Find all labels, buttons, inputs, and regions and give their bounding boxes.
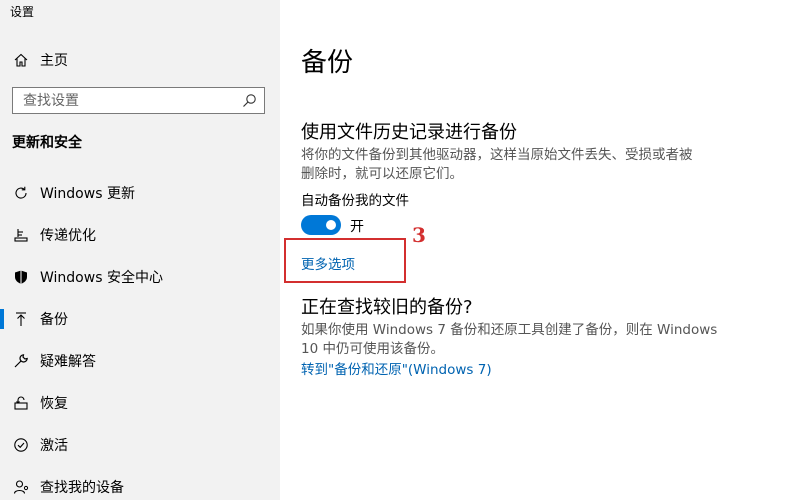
sidebar-item-find-my-device[interactable]: 查找我的设备 <box>0 466 280 500</box>
sidebar-item-backup[interactable]: 备份 <box>0 298 280 340</box>
recovery-icon <box>12 395 29 412</box>
refresh-icon <box>12 185 29 202</box>
sidebar-item-label: 激活 <box>40 438 68 454</box>
file-history-heading: 使用文件历史记录进行备份 <box>301 122 517 143</box>
backup-upload-icon <box>12 311 29 328</box>
older-backup-description: 如果你使用 Windows 7 备份和还原工具创建了备份，则在 Windows … <box>301 321 721 359</box>
home-label: 主页 <box>40 53 68 69</box>
sidebar-item-delivery-optimization[interactable]: 传递优化 <box>0 214 280 256</box>
sidebar-item-activation[interactable]: 激活 <box>0 424 280 466</box>
sidebar: 设置 主页 更新和安全 Windows 更新 传递优化 <box>0 0 280 500</box>
sidebar-item-windows-security[interactable]: Windows 安全中心 <box>0 256 280 298</box>
older-backup-description-line: 10 中仍可使用该备份。 <box>301 341 444 357</box>
shield-icon <box>12 269 29 286</box>
file-history-description: 将你的文件备份到其他驱动器，这样当原始文件丢失、受损或者被 删除时，就可以还原它… <box>301 146 721 184</box>
main-content: 备份 使用文件历史记录进行备份 将你的文件备份到其他驱动器，这样当原始文件丢失、… <box>280 0 790 500</box>
sidebar-nav: Windows 更新 传递优化 Windows 安全中心 备份 疑难解答 恢复 … <box>0 172 280 500</box>
auto-backup-label: 自动备份我的文件 <box>301 193 409 209</box>
home-icon <box>12 51 30 69</box>
annotation-step-number: 3 <box>412 223 426 247</box>
file-history-description-line: 删除时，就可以还原它们。 <box>301 166 463 182</box>
toggle-knob <box>326 220 336 230</box>
sidebar-item-label: 备份 <box>40 312 68 328</box>
page-title: 备份 <box>301 48 354 78</box>
sidebar-item-recovery[interactable]: 恢复 <box>0 382 280 424</box>
home-nav-item[interactable]: 主页 <box>12 50 68 70</box>
wrench-icon <box>12 353 29 370</box>
sidebar-item-label: 恢复 <box>40 396 68 412</box>
sidebar-item-label: Windows 安全中心 <box>40 270 163 286</box>
sidebar-item-label: 查找我的设备 <box>40 480 124 496</box>
search-input[interactable] <box>13 88 238 113</box>
file-history-description-line: 将你的文件备份到其他驱动器，这样当原始文件丢失、受损或者被 <box>301 147 693 163</box>
older-backup-heading: 正在查找较旧的备份? <box>301 297 473 318</box>
activation-check-icon <box>12 437 29 454</box>
sidebar-item-windows-update[interactable]: Windows 更新 <box>0 172 280 214</box>
annotation-highlight-box <box>284 238 406 283</box>
window-title: 设置 <box>10 5 35 19</box>
search-icon[interactable] <box>242 93 257 108</box>
sidebar-item-label: 传递优化 <box>40 228 96 244</box>
person-location-icon <box>12 479 29 496</box>
auto-backup-toggle[interactable] <box>301 215 341 235</box>
older-backup-description-line: 如果你使用 Windows 7 备份和还原工具创建了备份，则在 Windows <box>301 322 718 338</box>
search-box <box>12 87 265 114</box>
backup-restore-link[interactable]: 转到"备份和还原"(Windows 7) <box>301 358 492 378</box>
sidebar-item-label: 疑难解答 <box>40 354 96 370</box>
sidebar-item-troubleshoot[interactable]: 疑难解答 <box>0 340 280 382</box>
toggle-state-label: 开 <box>350 219 364 235</box>
section-title: 更新和安全 <box>12 135 82 151</box>
delivery-optimization-icon <box>12 227 29 244</box>
sidebar-item-label: Windows 更新 <box>40 186 135 202</box>
